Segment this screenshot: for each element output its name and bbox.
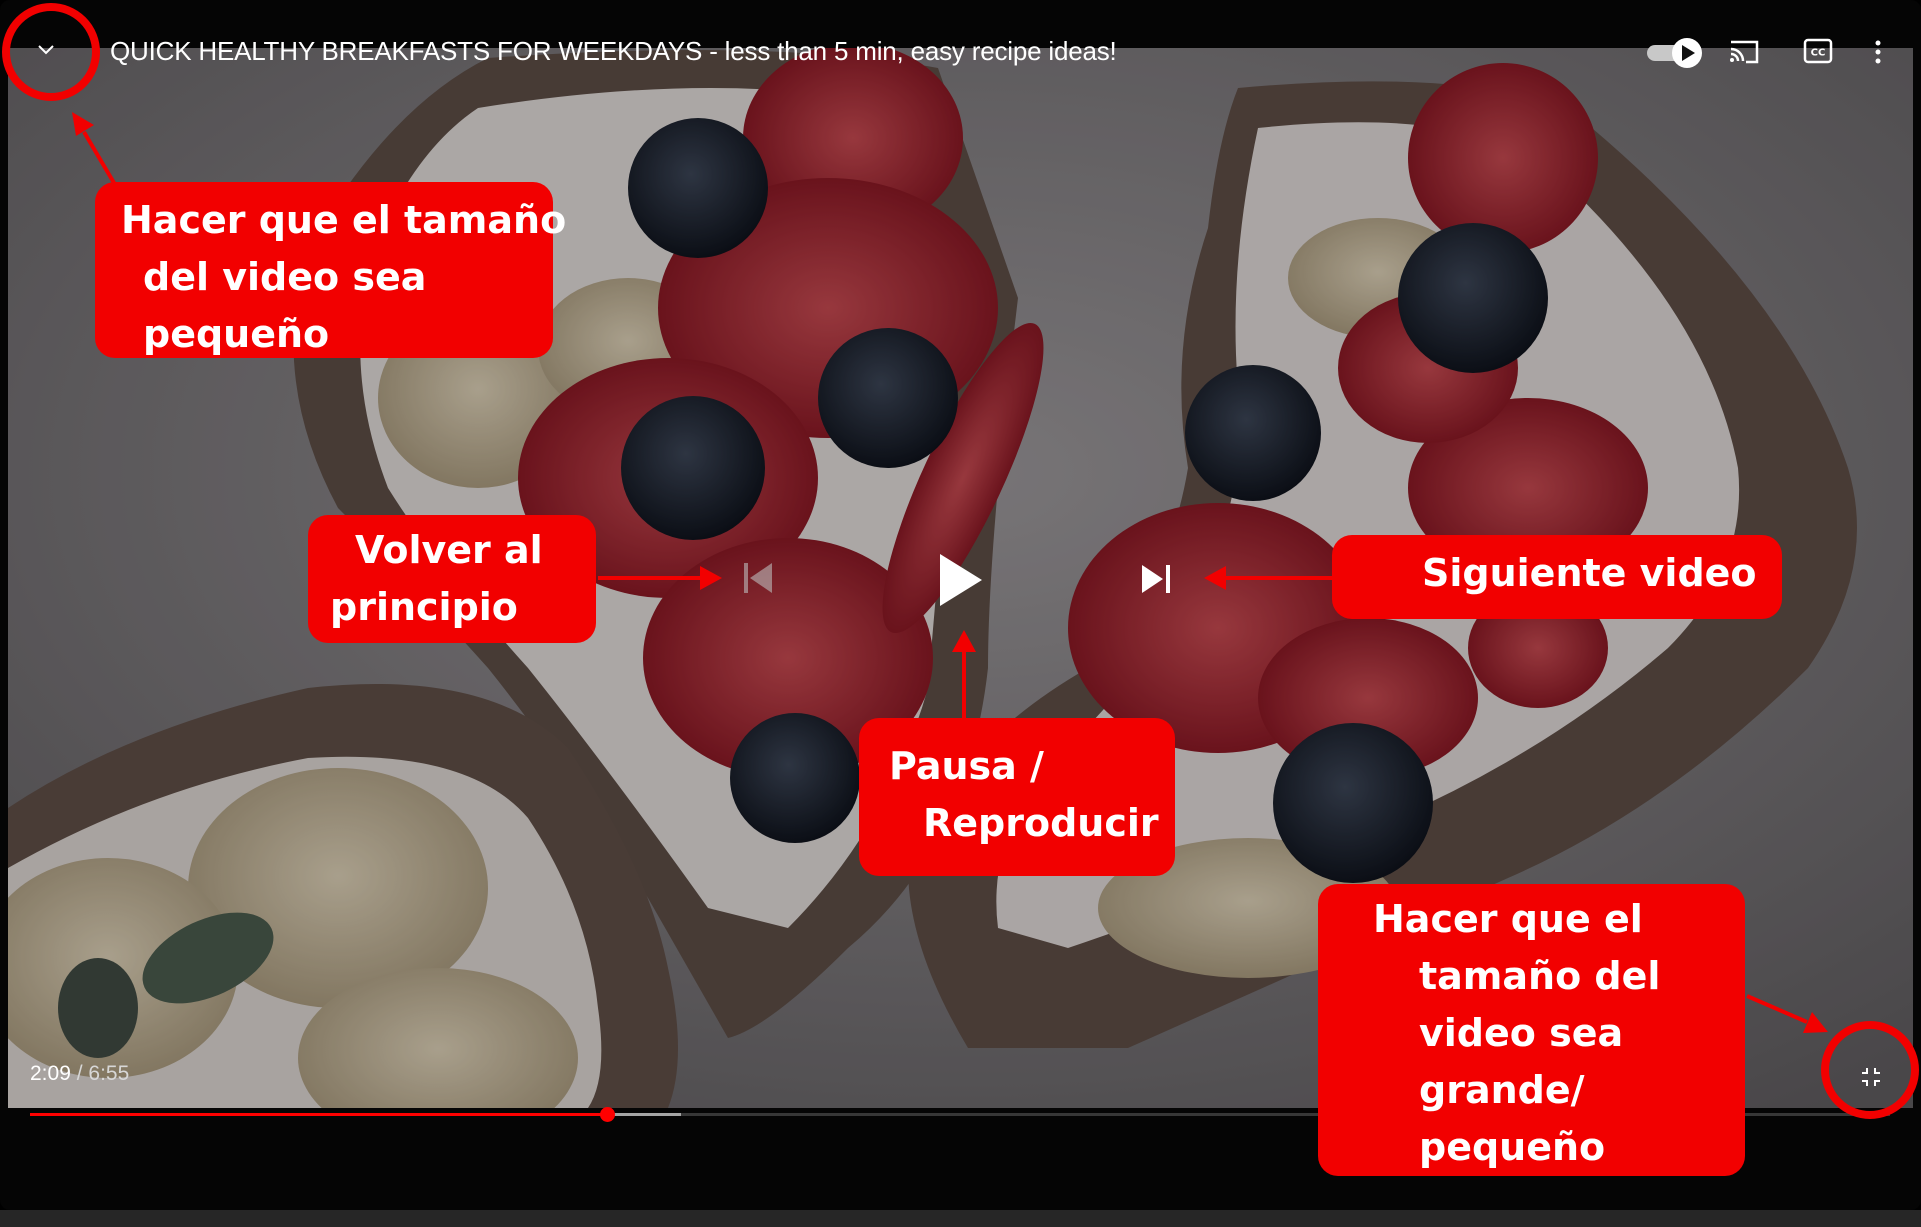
arrow-minimize xyxy=(72,112,119,190)
arrow-play xyxy=(952,630,976,718)
callout-previous: Volver al principio xyxy=(308,515,596,643)
arrow-fullscreen xyxy=(1746,994,1828,1033)
callout-line: pequeño xyxy=(143,312,330,356)
arrow-previous xyxy=(598,566,722,590)
callout-line: principio xyxy=(330,585,518,629)
callout-line: Siguiente video xyxy=(1422,551,1757,595)
callout-line: video sea xyxy=(1419,1011,1624,1055)
callout-fullscreen: Hacer que el tamaño del video sea grande… xyxy=(1318,884,1745,1176)
arrow-next xyxy=(1204,566,1332,590)
callout-minimize: Hacer que el tamaño del video sea pequeñ… xyxy=(95,182,567,358)
callout-line: Hacer que el tamaño xyxy=(121,198,567,242)
callout-line: Reproducir xyxy=(923,801,1159,845)
callout-line: del video sea xyxy=(143,255,427,299)
callout-line: Volver al xyxy=(355,528,543,572)
callout-line: grande/ xyxy=(1419,1068,1585,1112)
callout-line: Hacer que el xyxy=(1373,897,1643,941)
callout-line: pequeño xyxy=(1419,1125,1606,1169)
callout-play: Pausa / Reproducir xyxy=(859,718,1175,876)
screenshot: QUICK HEALTHY BREAKFASTS FOR WEEKDAYS - … xyxy=(0,0,1921,1227)
callout-next: Siguiente video xyxy=(1332,535,1782,619)
callout-line: Pausa / xyxy=(889,744,1044,788)
callout-line: tamaño del xyxy=(1419,954,1661,998)
